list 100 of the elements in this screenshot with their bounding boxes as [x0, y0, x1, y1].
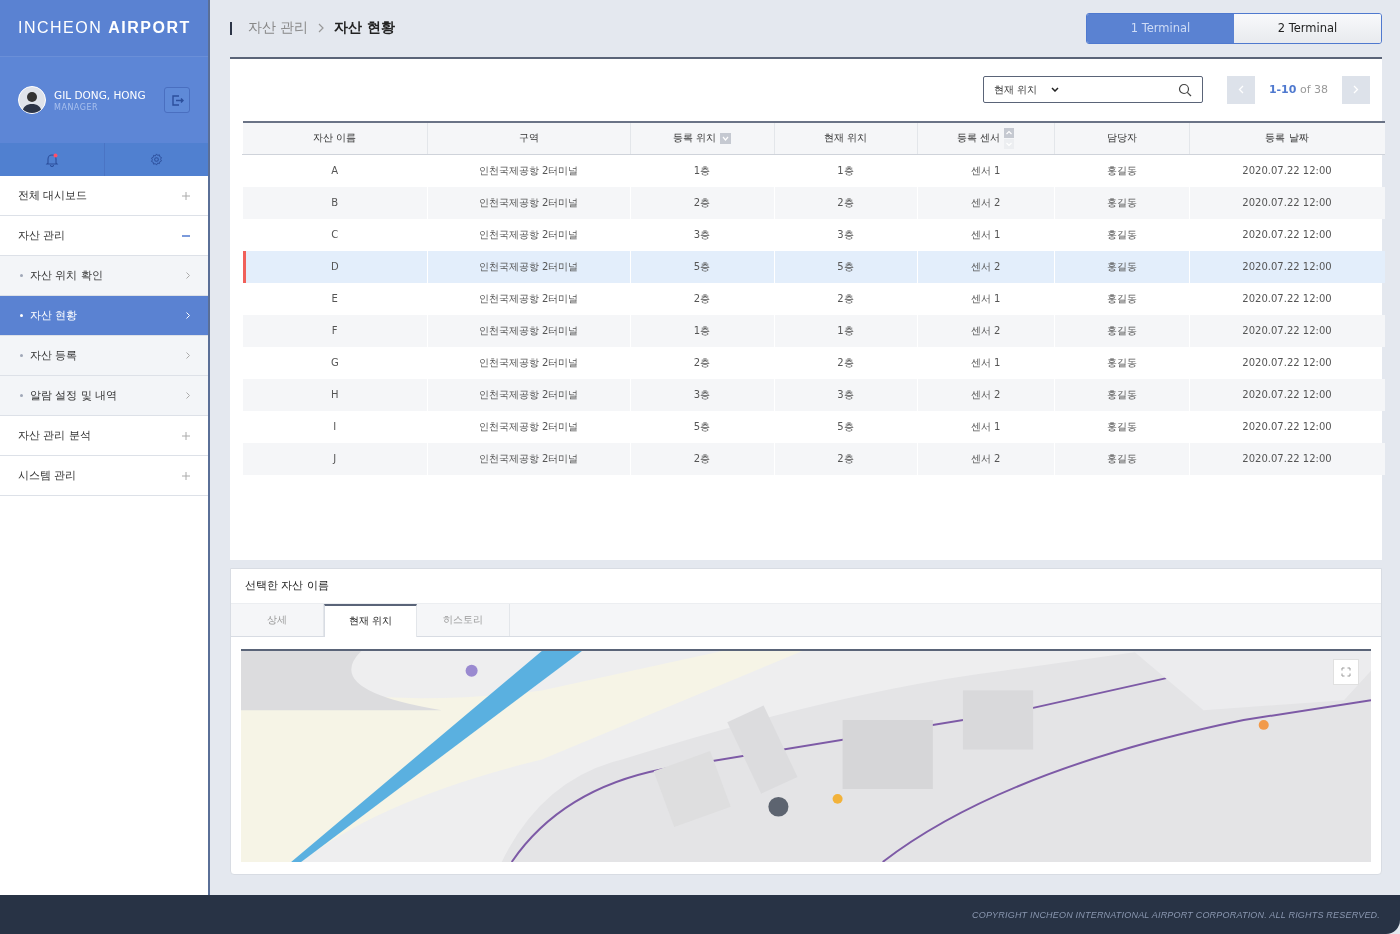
table-cell: 3층 [774, 378, 917, 411]
table-cell: 2층 [630, 186, 774, 219]
table-cell: 2020.07.22 12:00 [1189, 378, 1385, 411]
search-icon[interactable] [1177, 82, 1192, 97]
table-cell: 2층 [774, 186, 917, 219]
sidebar-subitem[interactable]: 자산 등록 [0, 336, 208, 376]
table-cell: 3층 [630, 218, 774, 251]
table-cell: 인천국제공항 2터미널 [427, 186, 630, 219]
table-cell: 센서 1 [917, 218, 1054, 251]
plus-icon [182, 191, 190, 200]
table-cell: 1층 [630, 154, 774, 187]
table-cell: 2020.07.22 12:00 [1189, 410, 1385, 443]
table-cell: 인천국제공항 2터미널 [427, 250, 630, 283]
table-cell: 2020.07.22 12:00 [1189, 186, 1385, 219]
chevron-right-icon [1353, 85, 1359, 95]
column-header: 구역 [518, 131, 539, 146]
table-cell: 센서 2 [917, 314, 1054, 347]
table-cell: 2층 [630, 282, 774, 315]
sidebar-subitem[interactable]: 자산 위치 확인 [0, 256, 208, 296]
sidebar-item[interactable]: 전체 대시보드 [0, 176, 208, 216]
table-cell: 홍길동 [1054, 410, 1189, 443]
table-cell: 2020.07.22 12:00 [1189, 314, 1385, 347]
detail-tab[interactable]: 현재 위치 [324, 603, 417, 638]
plus-icon [182, 471, 190, 480]
table-cell: 2020.07.22 12:00 [1189, 442, 1385, 475]
table-cell: 2층 [774, 282, 917, 315]
table-cell: 홍길동 [1054, 186, 1189, 219]
caret-icon [1051, 87, 1060, 93]
sort-toggle-icon[interactable] [1004, 127, 1015, 149]
table-cell: 센서 2 [917, 250, 1054, 283]
table-cell: 2020.07.22 12:00 [1189, 154, 1385, 187]
column-header: 담당자 [1106, 131, 1137, 146]
notification-bell-icon[interactable] [44, 152, 59, 167]
fullscreen-button[interactable] [1333, 659, 1359, 686]
logout-icon [170, 93, 184, 107]
table-cell: 1층 [774, 314, 917, 347]
page-range: 1-10 of 38 [1268, 83, 1328, 97]
chevron-right-icon [186, 312, 190, 319]
sidebar-subitem[interactable]: 알람 설정 및 내역 [0, 376, 208, 416]
table-cell: 홍길동 [1054, 378, 1189, 411]
table-cell: I [242, 410, 427, 443]
column-header: 현재 위치 [823, 131, 868, 146]
table-cell: H [242, 378, 427, 411]
chevron-right-icon [186, 272, 190, 279]
table-cell: 2층 [630, 442, 774, 475]
table-cell: 홍길동 [1054, 346, 1189, 379]
table-cell: 홍길동 [1054, 250, 1189, 283]
chevron-left-icon [1237, 85, 1244, 95]
table-cell: 2층 [774, 442, 917, 475]
table-cell: E [242, 282, 427, 315]
search-field[interactable]: 현재 위치 [982, 76, 1203, 104]
table-cell: 2020.07.22 12:00 [1189, 346, 1385, 379]
table-cell: D [242, 250, 427, 283]
table-cell: G [242, 346, 427, 379]
table-cell: 2020.07.22 12:00 [1189, 250, 1385, 283]
minus-icon [182, 234, 190, 237]
table-cell: 3층 [630, 378, 774, 411]
table-cell: 1층 [774, 154, 917, 187]
chevron-right-icon [186, 352, 190, 359]
next-page-button[interactable] [1342, 75, 1370, 104]
table-cell: 센서 2 [917, 442, 1054, 475]
table-cell: 센서 1 [917, 154, 1054, 187]
plus-icon [182, 431, 190, 440]
table-cell: 홍길동 [1054, 282, 1189, 315]
table-cell: 2020.07.22 12:00 [1189, 282, 1385, 315]
table-cell: 센서 1 [917, 346, 1054, 379]
sidebar-subitem[interactable]: 자산 현황 [0, 296, 208, 336]
copyright-text: COPYRIGHT INCHEON INTERNATIONAL AIRPORT CORPORATION. ALL RIGHTS RESERVED. [972, 909, 1380, 920]
table-cell: 2층 [774, 346, 917, 379]
table-cell: B [242, 186, 427, 219]
table-cell: 5층 [774, 410, 917, 443]
table-cell: 인천국제공항 2터미널 [427, 218, 630, 251]
table-cell: 5층 [630, 250, 774, 283]
table-cell: 2층 [630, 346, 774, 379]
table-cell: J [242, 442, 427, 475]
table-cell: 센서 2 [917, 186, 1054, 219]
column-header: 등록 센서 [956, 131, 1001, 146]
table-cell: 5층 [630, 410, 774, 443]
dropdown-icon[interactable] [720, 132, 732, 144]
sidebar-item[interactable]: 자산 관리 분석 [0, 416, 208, 456]
logout-button[interactable] [164, 87, 190, 113]
avatar [18, 86, 46, 114]
table-cell: 인천국제공항 2터미널 [427, 314, 630, 347]
table-cell: 인천국제공항 2터미널 [427, 378, 630, 411]
table-cell: 인천국제공항 2터미널 [427, 154, 630, 187]
user-name: GIL DONG, HONG [54, 88, 147, 101]
settings-icon[interactable] [149, 153, 163, 166]
table-cell: A [242, 154, 427, 187]
table-cell: 인천국제공항 2터미널 [427, 442, 630, 475]
table-cell: 홍길동 [1054, 154, 1189, 187]
fullscreen-icon [1341, 667, 1351, 678]
sidebar-item[interactable]: 시스템 관리 [0, 456, 208, 496]
terminal-tab[interactable]: 2 Terminal [1234, 13, 1381, 43]
table-cell: 2020.07.22 12:00 [1189, 218, 1385, 251]
table-cell: 인천국제공항 2터미널 [427, 282, 630, 315]
column-header: 자산 이름 [312, 131, 357, 146]
table-cell: 센서 2 [917, 378, 1054, 411]
table-cell: C [242, 218, 427, 251]
previous-page-button[interactable] [1226, 75, 1255, 104]
breadcrumb-item: 자산 현황 [334, 19, 396, 38]
